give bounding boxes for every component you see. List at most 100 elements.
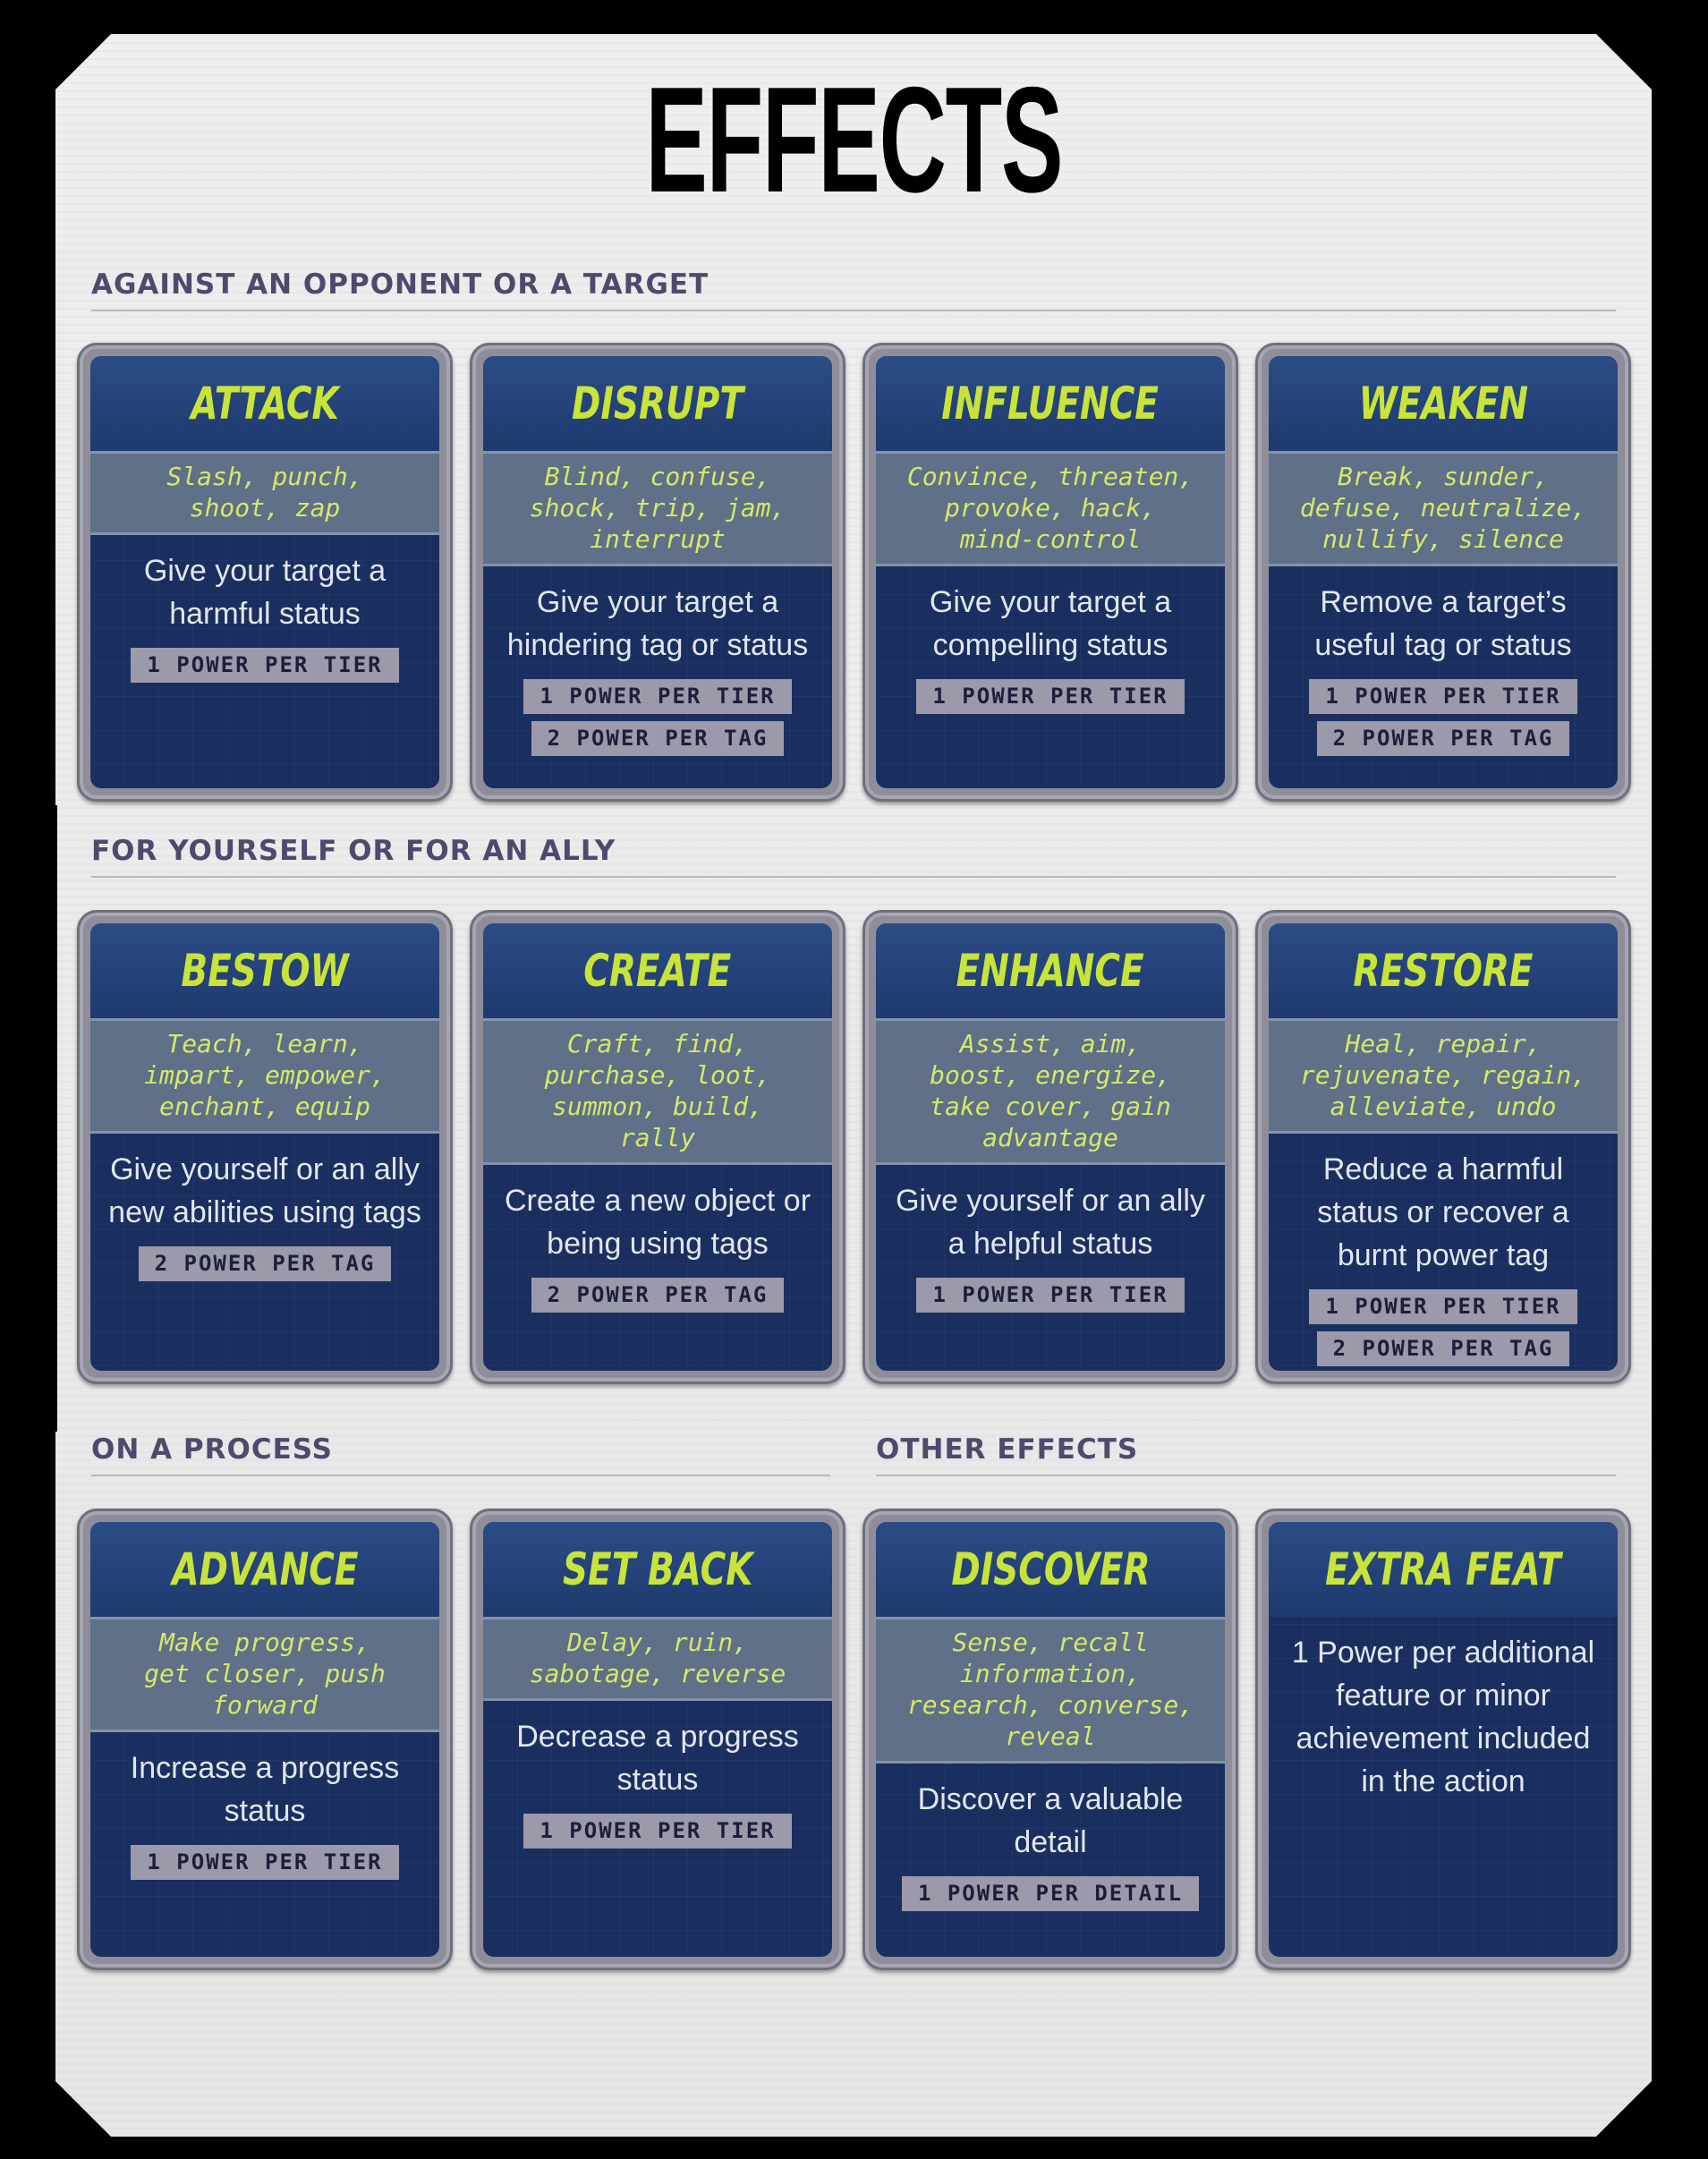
- card-verbs: Craft, find, purchase, loot, summon, bui…: [483, 1018, 832, 1165]
- card-verbs: Slash, punch, shoot, zap: [90, 451, 439, 535]
- card-panel: WEAKEN Break, sunder, defuse, neutralize,…: [1269, 356, 1618, 788]
- cost-badge: 1 POWER PER TIER: [916, 679, 1185, 714]
- card-title: ATTACK: [191, 378, 339, 429]
- card-description: Increase a progress status: [130, 1751, 400, 1828]
- effect-card-enhance: ENHANCE Assist, aim, boost, energize, tak…: [862, 910, 1238, 1384]
- card-description: Remove a target’s useful tag or status: [1314, 585, 1572, 662]
- card-body: 1 Power per additional feature or minor …: [1269, 1617, 1618, 1803]
- card-description: Give your target a compelling status: [929, 585, 1172, 662]
- card-panel: EXTRA FEAT 1 Power per additional feature…: [1269, 1522, 1618, 1957]
- effect-card-extra-feat: EXTRA FEAT 1 Power per additional feature…: [1255, 1509, 1631, 1970]
- card-body: Remove a target’s useful tag or status 1 …: [1269, 566, 1618, 756]
- cost-badge: 1 POWER PER TIER: [1309, 1289, 1577, 1324]
- card-body: Discover a valuable detail 1 POWER PER DE…: [876, 1764, 1225, 1911]
- card-panel: BESTOW Teach, learn, impart, empower, enc…: [90, 923, 439, 1371]
- card-header: DISCOVER: [876, 1522, 1225, 1617]
- page-title: EFFECTS: [645, 55, 1063, 224]
- cost-list: 2 POWER PER TAG: [496, 1278, 820, 1313]
- card-verbs: Make progress, get closer, push forward: [90, 1617, 439, 1732]
- card-header: RESTORE: [1269, 923, 1618, 1018]
- card-header: DISRUPT: [483, 356, 832, 451]
- card-header: EXTRA FEAT: [1269, 1522, 1618, 1617]
- card-body: Give your target a hindering tag or stat…: [483, 566, 832, 756]
- cost-badge: 1 POWER PER TIER: [131, 1845, 399, 1880]
- card-panel: DISRUPT Blind, confuse, shock, trip, jam,…: [483, 356, 832, 788]
- effect-card-disrupt: DISRUPT Blind, confuse, shock, trip, jam,…: [470, 343, 846, 802]
- effect-card-create: CREATE Craft, find, purchase, loot, summo…: [470, 910, 846, 1384]
- card-body: Give yourself or an ally a helpful statu…: [876, 1165, 1225, 1313]
- card-body: Give your target a compelling status 1 PO…: [876, 566, 1225, 714]
- effect-card-set-back: SET BACK Delay, ruin, sabotage, reverse De…: [470, 1509, 846, 1970]
- card-header: CREATE: [483, 923, 832, 1018]
- card-panel: ATTACK Slash, punch, shoot, zap Give your …: [90, 356, 439, 788]
- card-panel: SET BACK Delay, ruin, sabotage, reverse De…: [483, 1522, 832, 1957]
- cost-badge: 2 POWER PER TAG: [531, 721, 785, 756]
- effect-card-discover: DISCOVER Sense, recall information, resea…: [862, 1509, 1238, 1970]
- card-title: RESTORE: [1353, 945, 1534, 997]
- effect-card-influence: INFLUENCE Convince, threaten, provoke, ha…: [862, 343, 1238, 802]
- cost-badge: 1 POWER PER TIER: [916, 1278, 1185, 1313]
- card-panel: DISCOVER Sense, recall information, resea…: [876, 1522, 1225, 1957]
- card-description: Give your target a hindering tag or stat…: [506, 585, 809, 662]
- card-title: SET BACK: [562, 1543, 753, 1595]
- cost-badge: 2 POWER PER TAG: [531, 1278, 785, 1313]
- effect-card-advance: ADVANCE Make progress, get closer, push f…: [77, 1509, 453, 1970]
- cost-list: 1 POWER PER TIER: [888, 679, 1212, 714]
- card-header: BESTOW: [90, 923, 439, 1018]
- cost-badge: 1 POWER PER DETAIL: [901, 1876, 1200, 1911]
- card-verbs: Teach, learn, impart, empower, enchant, …: [90, 1018, 439, 1134]
- card-header: ENHANCE: [876, 923, 1225, 1018]
- section-label-other: OTHER EFFECTS: [876, 1433, 1616, 1476]
- card-title: WEAKEN: [1358, 378, 1528, 429]
- card-verbs: Convince, threaten, provoke, hack, mind-…: [876, 451, 1225, 566]
- cost-list: 1 POWER PER TIER 2 POWER PER TAG: [1281, 679, 1605, 756]
- card-title: ADVANCE: [171, 1543, 359, 1595]
- card-description: Reduce a harmful status or recover a bur…: [1317, 1152, 1569, 1272]
- card-panel: ADVANCE Make progress, get closer, push f…: [90, 1522, 439, 1957]
- section-label-opponent: AGAINST AN OPPONENT OR A TARGET: [91, 268, 1616, 311]
- card-panel: CREATE Craft, find, purchase, loot, summo…: [483, 923, 832, 1371]
- cost-list: 1 POWER PER TIER: [496, 1814, 820, 1849]
- card-title: ENHANCE: [956, 945, 1145, 997]
- card-verbs: Break, sunder, defuse, neutralize, nulli…: [1269, 451, 1618, 566]
- card-title: BESTOW: [181, 945, 349, 997]
- card-title: DISRUPT: [572, 378, 744, 429]
- cost-badge: 1 POWER PER TIER: [523, 1814, 792, 1849]
- card-header: SET BACK: [483, 1522, 832, 1617]
- cost-list: 1 POWER PER TIER: [888, 1278, 1212, 1313]
- cost-list: 1 POWER PER TIER: [103, 1845, 427, 1880]
- cost-badge: 2 POWER PER TAG: [1316, 721, 1570, 756]
- card-description: 1 Power per additional feature or minor …: [1291, 1636, 1595, 1798]
- card-title: CREATE: [583, 945, 732, 997]
- cost-badge: 2 POWER PER TAG: [1316, 1331, 1570, 1366]
- cost-badge: 2 POWER PER TAG: [138, 1246, 392, 1281]
- cost-list: 1 POWER PER TIER 2 POWER PER TAG: [1281, 1289, 1605, 1366]
- cost-badge: 1 POWER PER TIER: [523, 679, 792, 714]
- card-title: DISCOVER: [950, 1543, 1151, 1595]
- card-header: WEAKEN: [1269, 356, 1618, 451]
- card-panel: INFLUENCE Convince, threaten, provoke, ha…: [876, 356, 1225, 788]
- cost-list: 2 POWER PER TAG: [103, 1246, 427, 1281]
- left-notch: [45, 805, 57, 1432]
- card-verbs: Heal, repair, rejuvenate, regain, allevi…: [1269, 1018, 1618, 1134]
- effect-card-bestow: BESTOW Teach, learn, impart, empower, enc…: [77, 910, 453, 1384]
- card-verbs: Assist, aim, boost, energize, take cover…: [876, 1018, 1225, 1165]
- section-label-ally: FOR YOURSELF OR FOR AN ALLY: [91, 835, 1616, 878]
- card-description: Give yourself or an ally a helpful statu…: [896, 1184, 1205, 1261]
- card-panel: RESTORE Heal, repair, rejuvenate, regain,…: [1269, 923, 1618, 1371]
- card-body: Give yourself or an ally new abilities u…: [90, 1134, 439, 1281]
- card-description: Give yourself or an ally new abilities u…: [108, 1152, 421, 1229]
- card-description: Create a new object or being using tags: [504, 1184, 812, 1261]
- effect-card-attack: ATTACK Slash, punch, shoot, zap Give your …: [77, 343, 453, 802]
- card-title: EXTRA FEAT: [1325, 1543, 1561, 1595]
- cost-list: 1 POWER PER DETAIL: [888, 1876, 1212, 1911]
- card-description: Discover a valuable detail: [917, 1782, 1184, 1859]
- cost-list: 1 POWER PER TIER 2 POWER PER TAG: [496, 679, 820, 756]
- card-header: ADVANCE: [90, 1522, 439, 1617]
- effect-card-weaken: WEAKEN Break, sunder, defuse, neutralize,…: [1255, 343, 1631, 802]
- card-description: Decrease a progress status: [516, 1720, 799, 1797]
- card-verbs: Delay, ruin, sabotage, reverse: [483, 1617, 832, 1701]
- card-verbs: Sense, recall information, research, con…: [876, 1617, 1225, 1764]
- cost-list: 1 POWER PER TIER: [103, 648, 427, 683]
- card-panel: ENHANCE Assist, aim, boost, energize, tak…: [876, 923, 1225, 1371]
